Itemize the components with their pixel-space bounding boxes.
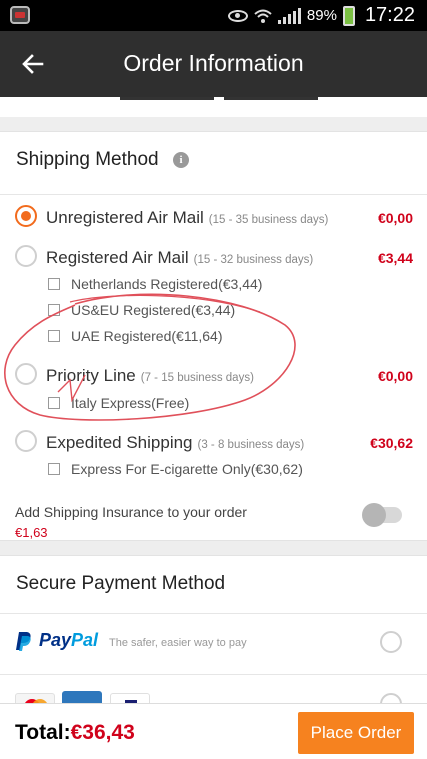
divider — [0, 613, 427, 614]
method-name: Unregistered Air Mail — [46, 208, 204, 227]
section-underline — [120, 97, 214, 100]
method-priority-line[interactable]: Priority Line (7 - 15 business days) — [46, 366, 254, 386]
method-days: (15 - 32 business days) — [193, 254, 314, 266]
method-price: €3,44 — [377, 250, 413, 266]
info-icon[interactable]: i — [173, 152, 189, 168]
order-total: Total:€36,43 — [15, 721, 135, 745]
radio-priority-line[interactable] — [15, 363, 37, 385]
insurance-label: Add Shipping Insurance to your order — [15, 504, 247, 520]
option-label: US&EU Registered(€3,44) — [71, 302, 236, 318]
clock: 17:22 — [364, 4, 415, 26]
insurance-toggle[interactable] — [362, 503, 402, 527]
paypal-brand-pay: Pay — [39, 630, 72, 650]
radio-credit-card[interactable] — [380, 693, 402, 703]
mastercard-logo — [15, 693, 55, 703]
method-days: (15 - 35 business days) — [208, 214, 329, 226]
visa-logo — [110, 693, 150, 703]
option-label: UAE Registered(€11,64) — [71, 328, 223, 344]
method-price: €0,00 — [377, 368, 413, 384]
method-name: Expedited Shipping — [46, 433, 193, 452]
place-order-button[interactable]: Place Order — [298, 712, 414, 754]
paypal-brand-pal: Pal — [71, 630, 99, 650]
insurance-price: €1,63 — [15, 525, 48, 540]
method-price: €30,62 — [370, 435, 413, 451]
checkbox-uae-registered[interactable] — [48, 330, 60, 342]
method-price: €0,00 — [377, 210, 413, 226]
checkout-bar: Total:€36,43 Place Order — [0, 703, 427, 759]
radio-registered-air-mail[interactable] — [15, 245, 37, 267]
shipping-method-title: Shipping Method — [16, 149, 159, 170]
method-registered-air-mail[interactable]: Registered Air Mail (15 - 32 business day… — [46, 248, 313, 268]
shipping-method-card: Shipping Method i Unregistered Air Mail (… — [0, 131, 427, 541]
app-bar: Order Information — [0, 31, 427, 97]
radio-expedited-shipping[interactable] — [15, 430, 37, 452]
option-label: Italy Express(Free) — [71, 395, 190, 411]
battery-charging-icon — [342, 5, 355, 26]
previous-section-edge — [0, 97, 427, 117]
radio-paypal[interactable] — [380, 631, 402, 653]
paypal-description: The safer, easier way to pay — [109, 637, 247, 649]
signal-icon — [277, 7, 301, 24]
checkbox-express-e-cigarette[interactable] — [48, 463, 60, 475]
radio-unregistered-air-mail[interactable] — [15, 205, 37, 227]
payment-method-title: Secure Payment Method — [16, 573, 226, 594]
payment-method-card: Secure Payment Method PayPal The safer, … — [0, 555, 427, 703]
checkbox-italy-express[interactable] — [48, 397, 60, 409]
method-days: (7 - 15 business days) — [140, 372, 254, 384]
status-right: 89% 17:22 — [227, 0, 415, 31]
paypal-icon — [16, 631, 31, 651]
checkbox-us-eu-registered[interactable] — [48, 304, 60, 316]
method-name: Registered Air Mail — [46, 248, 189, 267]
divider — [0, 194, 427, 195]
method-days: (3 - 8 business days) — [197, 439, 305, 451]
page-title: Order Information — [123, 50, 304, 76]
section-underline — [224, 97, 318, 100]
battery-percent: 89% — [306, 7, 337, 24]
order-content[interactable]: Shipping Method i Unregistered Air Mail (… — [0, 97, 427, 703]
method-expedited-shipping[interactable]: Expedited Shipping (3 - 8 business days) — [46, 433, 304, 453]
option-label: Express For E-cigarette Only(€30,62) — [71, 461, 303, 477]
method-unregistered-air-mail[interactable]: Unregistered Air Mail (15 - 35 business d… — [46, 208, 328, 228]
app-notification-icon — [10, 6, 30, 24]
total-label: Total: — [15, 721, 71, 744]
wifi-icon — [254, 9, 272, 23]
amex-logo — [62, 691, 102, 703]
checkbox-netherlands-registered[interactable] — [48, 278, 60, 290]
eye-icon — [227, 9, 248, 22]
status-bar: 89% 17:22 — [0, 0, 427, 31]
method-name: Priority Line — [46, 366, 136, 385]
option-label: Netherlands Registered(€3,44) — [71, 276, 263, 292]
paypal-logo: PayPal — [15, 630, 98, 651]
total-value: €36,43 — [70, 721, 135, 744]
divider — [0, 674, 427, 675]
